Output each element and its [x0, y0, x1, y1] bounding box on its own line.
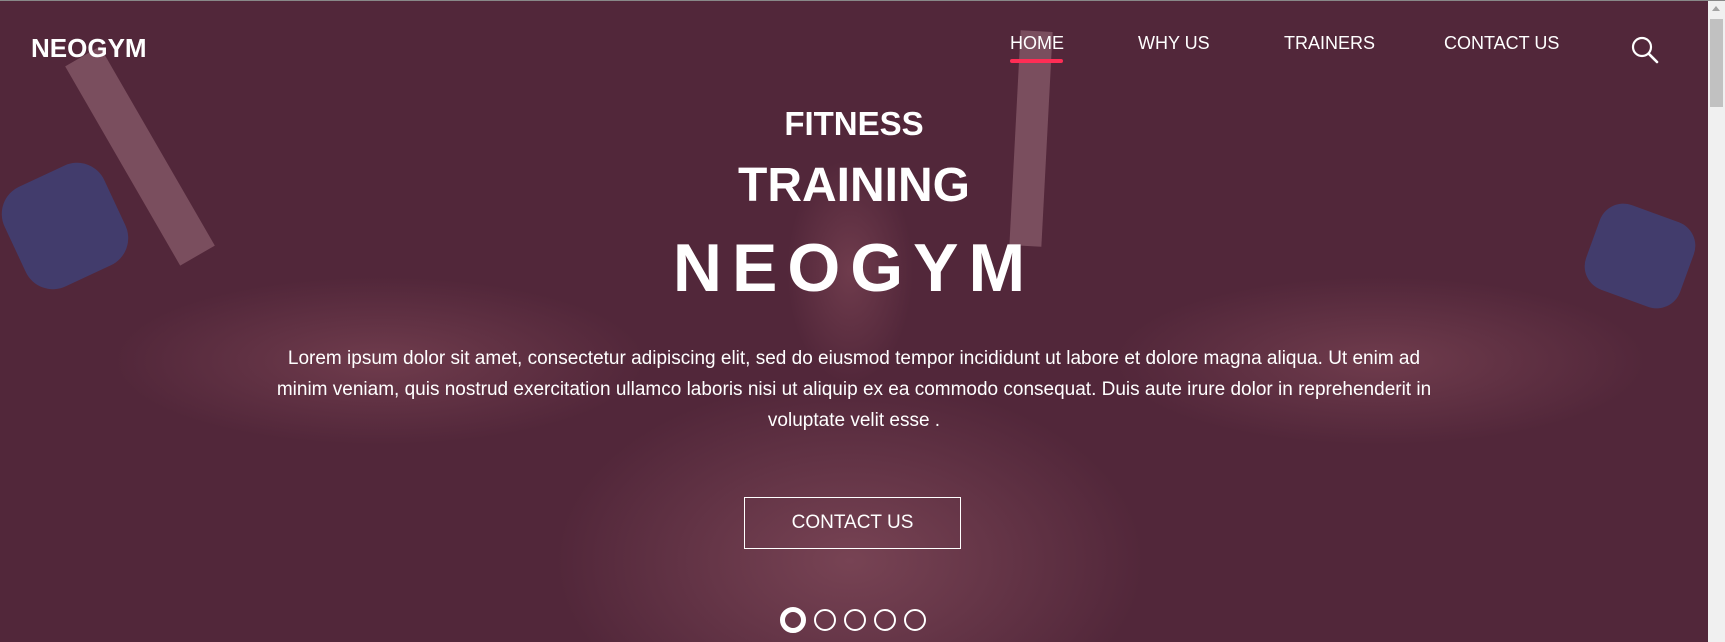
contact-us-button[interactable]: CONTACT US [744, 497, 961, 549]
active-nav-indicator [1010, 59, 1063, 63]
logo[interactable]: NEOGYM [31, 33, 147, 64]
search-icon[interactable] [1630, 35, 1660, 65]
hero-section: NEOGYM HOME WHY US TRAINERS CONTACT US F… [0, 1, 1708, 642]
carousel-dots [780, 607, 926, 633]
hero-title-fitness: FITNESS [784, 105, 924, 142]
nav-why-us[interactable]: WHY US [1138, 33, 1210, 54]
carousel-dot[interactable] [874, 609, 896, 631]
scrollbar[interactable] [1708, 1, 1725, 642]
carousel-dot[interactable] [780, 607, 806, 633]
scroll-up-arrow-icon[interactable] [1712, 6, 1720, 11]
nav-contact-us[interactable]: CONTACT US [1444, 33, 1559, 54]
carousel-dot[interactable] [814, 609, 836, 631]
scrollbar-thumb[interactable] [1710, 19, 1723, 107]
carousel-dot[interactable] [844, 609, 866, 631]
hero-title-training: TRAINING [738, 159, 970, 212]
hero-description: Lorem ipsum dolor sit amet, consectetur … [276, 348, 1432, 431]
carousel-dot[interactable] [904, 609, 926, 631]
nav-trainers[interactable]: TRAINERS [1284, 33, 1375, 54]
hero-title-neogym: NEOGYM [672, 230, 1036, 306]
nav-home[interactable]: HOME [1010, 33, 1064, 54]
